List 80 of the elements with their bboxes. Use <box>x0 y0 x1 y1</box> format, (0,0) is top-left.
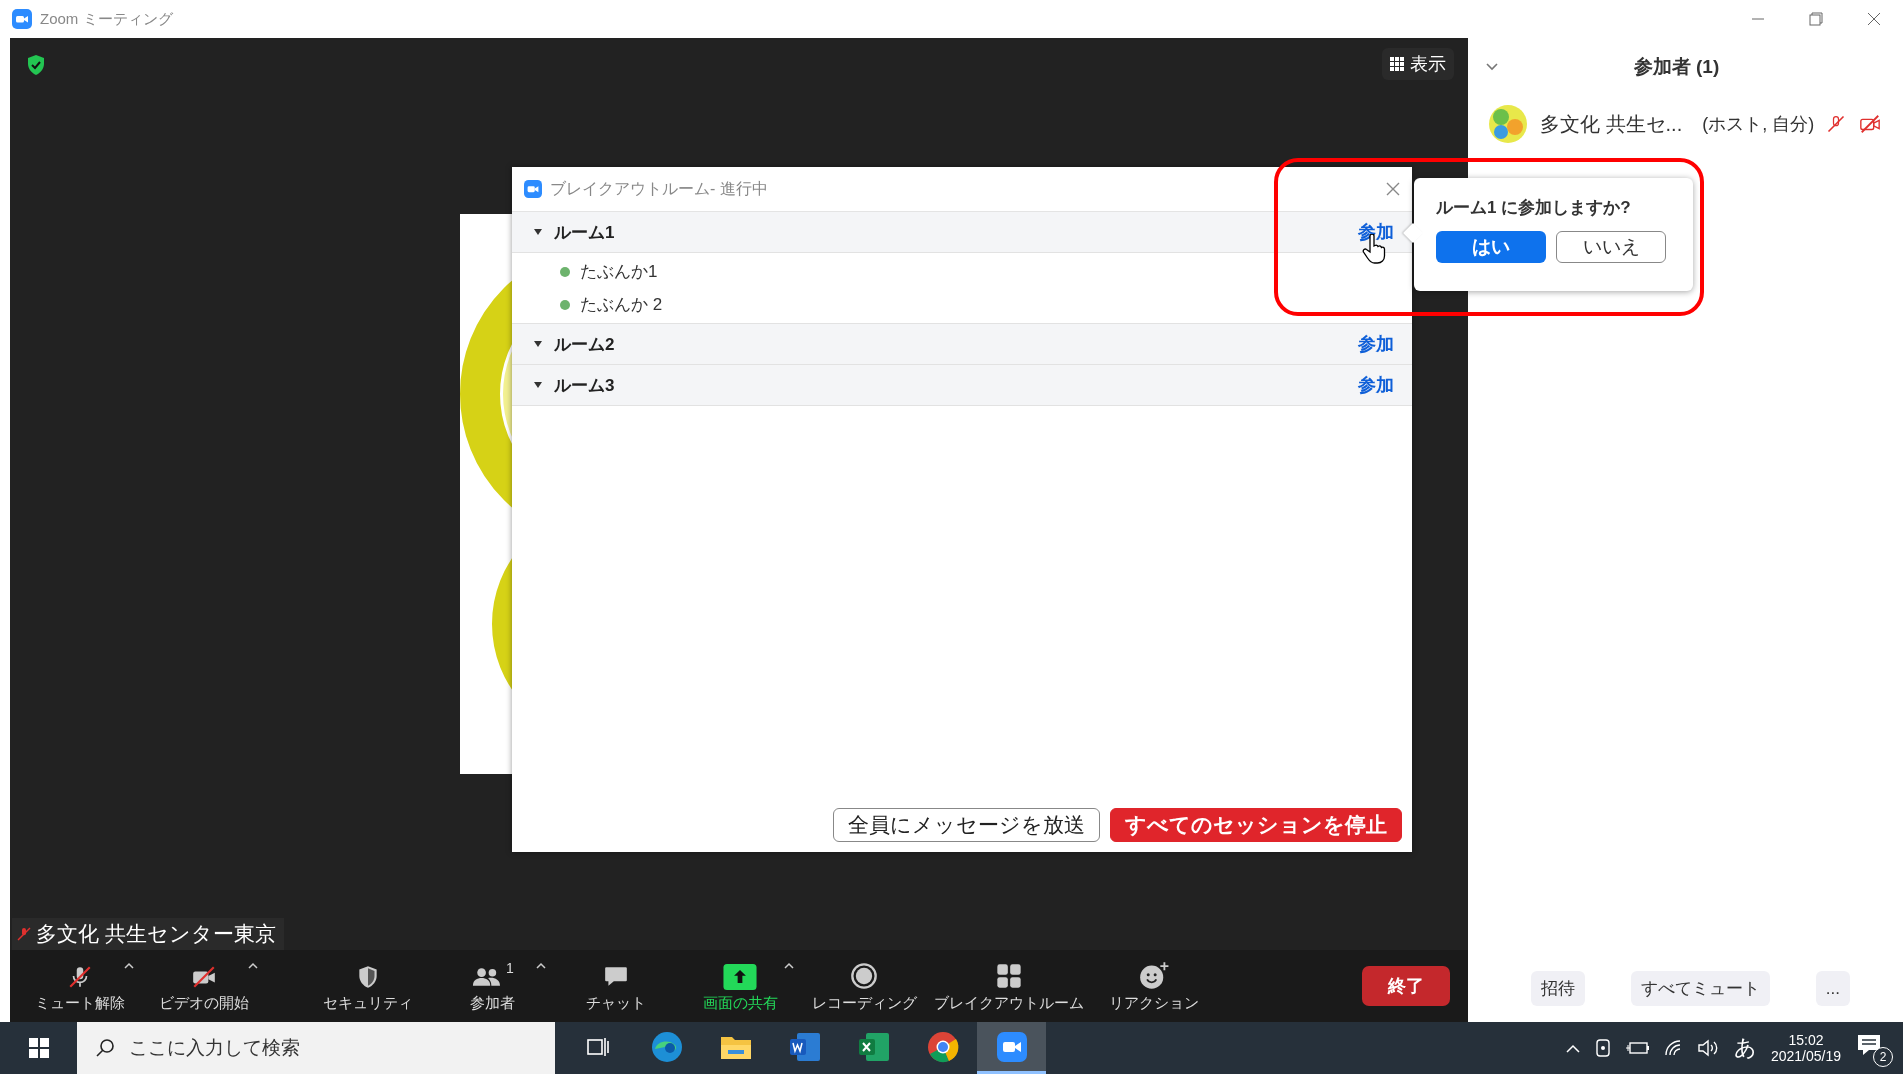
time: 15:02 <box>1788 1032 1824 1048</box>
zoom-logo-icon <box>12 9 32 29</box>
mute-all-button[interactable]: すべてミュート <box>1630 971 1770 1006</box>
join-question: ルーム1 に参加しますか? <box>1436 197 1632 219</box>
caret-icon[interactable] <box>124 961 134 969</box>
device-icon[interactable] <box>1593 1038 1612 1058</box>
participant-role: (ホスト, 自分) <box>1702 113 1815 136</box>
toolbar-button[interactable]: ミュート解除 <box>18 955 142 1017</box>
clock[interactable]: 15:02 2021/05/19 <box>1770 1032 1841 1064</box>
spreadsheet-x-icon <box>857 1031 890 1062</box>
room-name: ルーム3 <box>554 374 616 397</box>
close-icon[interactable] <box>1386 182 1400 196</box>
speaker-icon[interactable] <box>1697 1039 1720 1057</box>
no-button[interactable]: いいえ <box>1556 231 1666 263</box>
dialog-title: ブレイクアウトルーム- 進行中 <box>550 178 769 199</box>
document-w-icon <box>788 1031 821 1062</box>
caret-icon[interactable] <box>248 961 258 969</box>
room-row[interactable]: ルーム2 参加 <box>512 324 1412 365</box>
ime-indicator[interactable]: あ <box>1733 1033 1757 1063</box>
member-name: たぶんか1 <box>580 261 658 283</box>
date: 2021/05/19 <box>1770 1048 1841 1064</box>
room-name: ルーム2 <box>554 333 616 356</box>
yes-button[interactable]: はい <box>1436 231 1546 263</box>
notification-count: 2 <box>1873 1047 1893 1067</box>
triangle-icon <box>534 382 542 388</box>
share-screen-icon <box>723 963 757 990</box>
window-title: Zoom ミーティング <box>40 9 174 29</box>
search-field[interactable]: ここに入力して検索 <box>77 1022 555 1074</box>
toolbar-button[interactable]: チャット <box>554 955 678 1017</box>
windows-logo-icon <box>28 1038 49 1058</box>
restore-icon[interactable] <box>1809 12 1823 26</box>
task-view-icon <box>585 1035 610 1058</box>
triangle-icon <box>534 341 542 347</box>
avatar-icon <box>1488 104 1528 144</box>
video-camera-icon <box>996 1031 1027 1062</box>
room-row[interactable]: ルーム1 参加 <box>512 212 1412 253</box>
participant-name: 多文化 共生セ... <box>1540 111 1683 137</box>
close-icon[interactable] <box>1867 12 1881 26</box>
view-button[interactable]: 表示 <box>1382 48 1454 80</box>
room-row[interactable]: ルーム3 参加 <box>512 365 1412 406</box>
toolbar-button[interactable]: セキュリティ <box>306 955 430 1017</box>
search-icon <box>95 1038 115 1058</box>
grid-icon <box>995 961 1023 990</box>
toolbar-button[interactable]: レコーディング <box>802 955 926 1017</box>
toolbar-button[interactable]: ビデオの開始 <box>142 955 266 1017</box>
panel-title: 参加者 (1) <box>1632 55 1721 79</box>
taskbar-app[interactable] <box>977 1022 1046 1074</box>
status-dot <box>560 299 570 310</box>
join-link[interactable]: 参加 <box>1358 332 1394 356</box>
caret-icon[interactable] <box>536 961 546 969</box>
join-link[interactable]: 参加 <box>1358 220 1394 244</box>
browser-wave-icon <box>650 1030 683 1063</box>
grid-icon <box>1390 57 1404 71</box>
toolbar-button[interactable]: 1 参加者 <box>430 955 554 1017</box>
shield-check-icon[interactable] <box>26 54 46 76</box>
record-icon <box>850 961 878 990</box>
toolbar-button[interactable]: 画面の共有 <box>678 955 802 1017</box>
participant-count: 1 <box>506 959 514 976</box>
caret-icon[interactable] <box>784 961 794 969</box>
participant-name: 多文化 共生センター東京 <box>36 921 276 947</box>
status-dot <box>560 266 570 277</box>
triangle-icon <box>534 229 542 235</box>
member-name: たぶんか 2 <box>580 294 663 316</box>
browser-circle-icon <box>926 1030 959 1063</box>
broadcast-button[interactable]: 全員にメッセージを放送 <box>833 808 1100 842</box>
invite-button[interactable]: 招待 <box>1530 971 1585 1006</box>
end-button[interactable]: 終了 <box>1362 966 1450 1006</box>
muted-mic-icon[interactable] <box>1826 113 1847 135</box>
room-name: ルーム1 <box>554 221 616 244</box>
video-off-icon[interactable] <box>1858 113 1883 135</box>
more-button[interactable]: ... <box>1815 971 1850 1006</box>
smiley-plus-icon <box>1139 961 1169 990</box>
toolbar-button[interactable]: リアクション <box>1092 955 1216 1017</box>
chevron-up-icon[interactable] <box>1565 1043 1580 1053</box>
toolbar-button[interactable]: ブレイクアウトルーム <box>926 955 1092 1017</box>
stop-sessions-button[interactable]: すべてのセッションを停止 <box>1110 808 1402 842</box>
zoom-logo-icon <box>524 180 542 198</box>
chevron-down-icon[interactable] <box>1486 63 1498 71</box>
battery-icon[interactable] <box>1625 1040 1650 1056</box>
join-link[interactable]: 参加 <box>1358 373 1394 397</box>
